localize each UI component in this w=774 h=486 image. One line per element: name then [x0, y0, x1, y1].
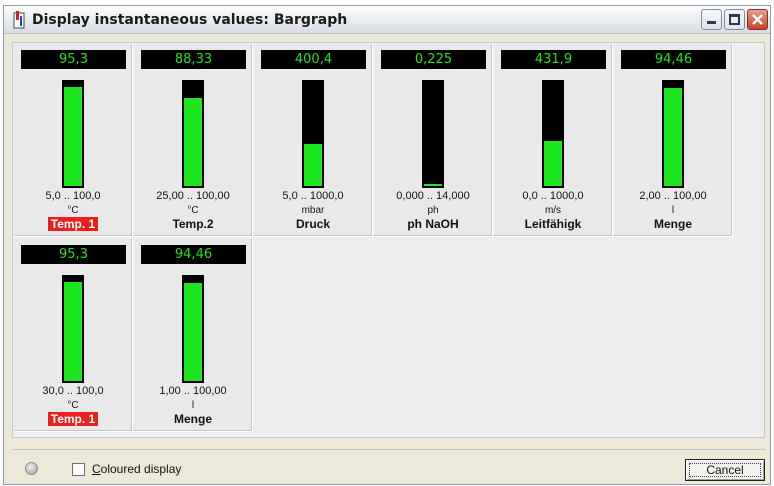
- bar-fill: [64, 282, 82, 381]
- channel-range: 0,0 .. 1000,0: [522, 190, 584, 202]
- focus-rect: [689, 463, 761, 477]
- channel-value: 0,225: [381, 50, 486, 69]
- channel-name-label: Druck: [295, 217, 330, 231]
- channel-name: Menge: [134, 412, 252, 426]
- bar-track: [182, 275, 204, 383]
- bar-track: [62, 275, 84, 383]
- close-button[interactable]: [747, 9, 768, 30]
- channel-unit: l: [671, 205, 675, 216]
- channel-value: 88,33: [141, 50, 246, 69]
- channel-range: 5,0 .. 1000,0: [282, 190, 344, 202]
- channel-value: 431,9: [501, 50, 606, 69]
- channel-name: Leitfähigk: [494, 217, 612, 231]
- bar-fill: [544, 141, 562, 186]
- channel-card-temp2: 88,33 25,00 .. 100,00 °C Temp.2: [134, 44, 253, 237]
- coloured-display-checkbox[interactable]: [72, 463, 85, 476]
- bar-fill: [64, 87, 82, 186]
- cancel-button[interactable]: Cancel: [685, 459, 765, 481]
- bar-fill: [184, 98, 202, 186]
- channel-name-label: Menge: [173, 412, 212, 426]
- app-icon: [13, 11, 25, 29]
- title-bar[interactable]: Display instantaneous values: Bargraph: [4, 6, 770, 34]
- minimize-button[interactable]: [701, 9, 722, 30]
- window-title: Display instantaneous values: Bargraph: [32, 12, 348, 28]
- channel-value: 95,3: [21, 50, 126, 69]
- bar-track: [302, 80, 324, 188]
- status-bar: Coloured display Cancel: [12, 449, 765, 481]
- channel-name: Temp.2: [134, 217, 252, 231]
- channel-card-leitfaehigk: 431,9 0,0 .. 1000,0 m/s Leitfähigk: [494, 44, 613, 237]
- channel-value: 95,3: [21, 245, 126, 264]
- channel-name-label: Temp.2: [172, 217, 214, 231]
- maximize-icon: [729, 14, 740, 25]
- channel-unit: m/s: [544, 205, 562, 216]
- channel-name-label: Temp. 1: [47, 412, 99, 426]
- bar-fill: [304, 144, 322, 186]
- channel-range: 1,00 .. 100,00: [159, 385, 227, 397]
- channel-name-label: Menge: [653, 217, 692, 231]
- bar-track: [422, 80, 444, 188]
- status-led-icon: [25, 462, 38, 475]
- channel-name: Menge: [614, 217, 732, 231]
- channel-unit: ph: [427, 205, 439, 216]
- minimize-icon: [707, 21, 716, 24]
- close-icon: [752, 14, 763, 25]
- bar-track: [542, 80, 564, 188]
- channel-card-menge: 94,46 2,00 .. 100,00 l Menge: [614, 44, 733, 237]
- channel-card-menge-b: 94,46 1,00 .. 100,00 l Menge: [134, 239, 253, 432]
- coloured-display-label-rest: oloured display: [100, 462, 182, 476]
- coloured-display-label-accel: C: [92, 462, 101, 476]
- channel-unit: l: [191, 400, 195, 411]
- channel-unit: °C: [187, 205, 199, 216]
- bar-fill: [184, 283, 202, 381]
- maximize-button[interactable]: [724, 9, 745, 30]
- channel-card-temp1-b: 95,3 30,0 .. 100,0 °C Temp. 1: [14, 239, 133, 432]
- bar-track: [62, 80, 84, 188]
- channel-range: 2,00 .. 100,00: [639, 190, 707, 202]
- channel-value: 400,4: [261, 50, 366, 69]
- channel-name: ph NaOH: [374, 217, 492, 231]
- channel-name-label: Leitfähigk: [524, 217, 582, 231]
- channel-card-temp1: 95,3 5,0 .. 100,0 °C Temp. 1: [14, 44, 133, 237]
- channel-range: 30,0 .. 100,0: [42, 385, 104, 397]
- channel-value: 94,46: [141, 245, 246, 264]
- bargraph-panel: 95,3 5,0 .. 100,0 °C Temp. 1 88,33 25,00…: [12, 42, 765, 438]
- bar-fill: [664, 88, 682, 186]
- channel-name-label: Temp. 1: [47, 217, 99, 231]
- channel-unit: °C: [67, 205, 79, 216]
- bar-track: [662, 80, 684, 188]
- bar-fill: [424, 184, 442, 186]
- bargraph-window: Display instantaneous values: Bargraph 9…: [3, 5, 771, 485]
- channel-card-ph-naoh: 0,225 0,000 .. 14,000 ph ph NaOH: [374, 44, 493, 237]
- channel-name: Temp. 1: [14, 217, 132, 231]
- channel-name-label: ph NaOH: [407, 217, 459, 231]
- channel-range: 0,000 .. 14,000: [396, 190, 470, 202]
- coloured-display-label[interactable]: Coloured display: [92, 462, 181, 476]
- bar-track: [182, 80, 204, 188]
- channel-value: 94,46: [621, 50, 726, 69]
- channel-range: 5,0 .. 100,0: [45, 190, 101, 202]
- channel-card-druck: 400,4 5,0 .. 1000,0 mbar Druck: [254, 44, 373, 237]
- channel-name: Druck: [254, 217, 372, 231]
- channel-name: Temp. 1: [14, 412, 132, 426]
- channel-unit: °C: [67, 400, 79, 411]
- channel-unit: mbar: [301, 205, 325, 216]
- channel-range: 25,00 .. 100,00: [156, 190, 230, 202]
